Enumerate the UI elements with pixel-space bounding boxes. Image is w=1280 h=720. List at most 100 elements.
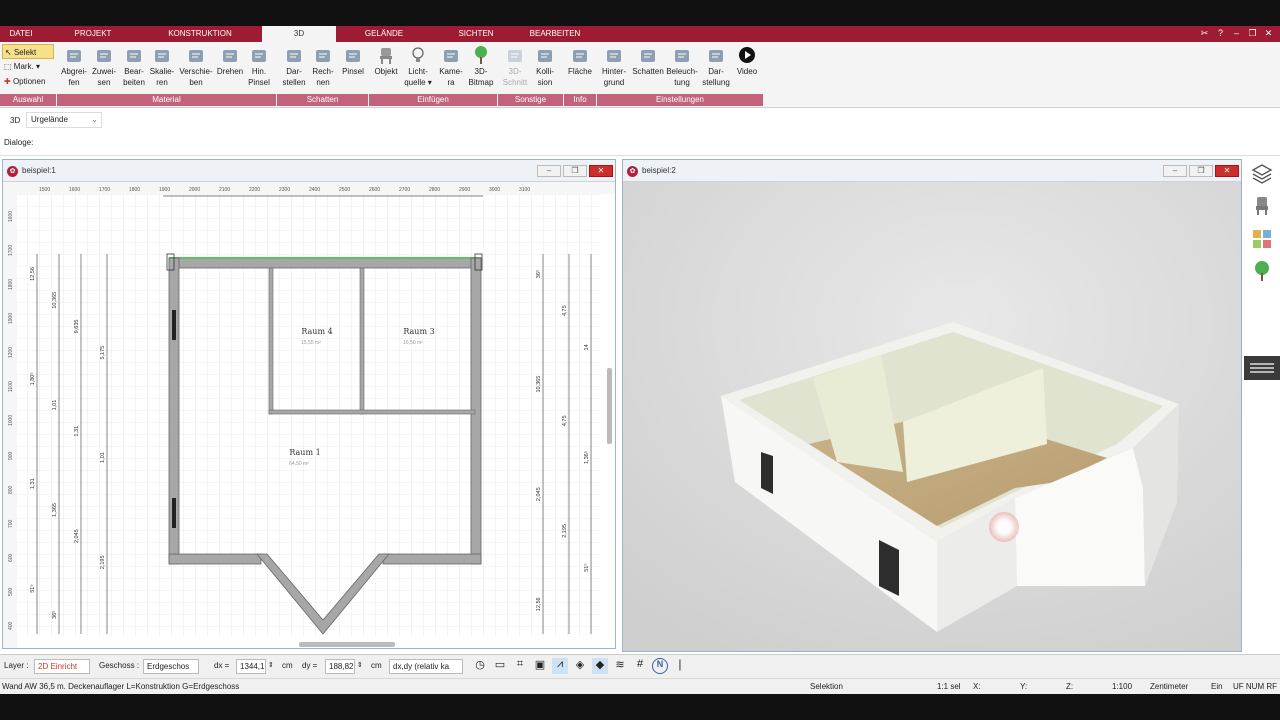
- object-icon[interactable]: ▣: [532, 658, 548, 674]
- view3d-window-titlebar[interactable]: ✿ beispiel:2 – ❐ ✕: [623, 160, 1241, 182]
- tab-datei[interactable]: DATEI: [0, 26, 42, 42]
- view3d-minimize-button[interactable]: –: [1163, 165, 1187, 177]
- wall-bottom-right[interactable]: [382, 553, 482, 565]
- layers-icon[interactable]: [1251, 162, 1273, 184]
- view3d-close-button[interactable]: ✕: [1215, 165, 1239, 177]
- dimension-label[interactable]: 1,31: [74, 426, 80, 437]
- vertical-scrollbar[interactable]: [607, 368, 612, 444]
- dx-stepper[interactable]: ⇕: [268, 661, 274, 669]
- tab-sichten[interactable]: SICHTEN: [448, 26, 504, 42]
- dimension-label[interactable]: 51⁵: [583, 563, 590, 571]
- wall-bottom-left[interactable]: [168, 553, 262, 565]
- plan-restore-button[interactable]: ❐: [563, 165, 587, 177]
- dimension-label[interactable]: 4,75: [562, 305, 568, 316]
- group-material: Material: [57, 94, 276, 106]
- dimension-label[interactable]: 10,365: [536, 376, 542, 393]
- select-button[interactable]: ↖ Selekt: [2, 44, 54, 59]
- mark-button[interactable]: ⬚ Mark. ▾: [2, 59, 54, 74]
- view3d-canvas[interactable]: [623, 182, 1241, 651]
- dimension-label[interactable]: 2,045: [74, 529, 80, 543]
- dimension-label[interactable]: 4,75: [562, 415, 568, 426]
- dimension-label[interactable]: 51⁵: [29, 584, 36, 592]
- close-icon[interactable]: ✕: [1263, 28, 1274, 39]
- layers-small-icon[interactable]: ≋: [612, 658, 628, 674]
- room-4-name[interactable]: Raum 4: [301, 327, 332, 336]
- status-scale: 1:100: [1112, 682, 1133, 691]
- floor-select[interactable]: Erdgeschos: [143, 659, 199, 674]
- dimension-label[interactable]: 2,045: [536, 487, 542, 501]
- dy-stepper[interactable]: ⇕: [357, 661, 363, 669]
- status-ein: Ein: [1211, 682, 1223, 691]
- dimension-label[interactable]: 9,635: [74, 320, 80, 334]
- wall-snap-icon[interactable]: ⩘: [552, 658, 568, 674]
- dimension-label[interactable]: 12,56: [536, 597, 542, 611]
- room-3-name[interactable]: Raum 3: [403, 327, 434, 336]
- background-brush-button[interactable]: Hin. Pinsel: [239, 45, 279, 88]
- dimension-label[interactable]: 1,80⁵: [29, 372, 36, 385]
- textures-icon[interactable]: [1251, 228, 1273, 250]
- minimize-icon[interactable]: –: [1231, 28, 1242, 39]
- help-icon[interactable]: ?: [1215, 28, 1226, 39]
- coord-mode-select[interactable]: dx,dy (relativ ka: [389, 659, 463, 674]
- plan-close-button[interactable]: ✕: [589, 165, 613, 177]
- dimension-label[interactable]: 1,31: [30, 478, 36, 489]
- group-sonstige: Sonstige: [498, 94, 563, 106]
- collision-button[interactable]: Kolli- sion: [525, 45, 565, 88]
- tab-bearbeiten[interactable]: BEARBEITEN: [522, 26, 588, 42]
- plan-minimize-button[interactable]: –: [537, 165, 561, 177]
- dimension-label[interactable]: 1,01: [100, 452, 106, 463]
- dimension-label[interactable]: 2,195: [562, 524, 568, 538]
- chair-icon[interactable]: [1251, 194, 1273, 216]
- snap-icon[interactable]: ⌗: [512, 658, 528, 674]
- lighting-house-icon: [675, 50, 689, 62]
- floor-plan-canvas[interactable]: 1500 1600 1700 1800 1900 2000 2100 2200 2300 2400…: [3, 182, 615, 648]
- dx-input[interactable]: 1344,1: [236, 659, 266, 674]
- pin-icon[interactable]: ❘: [672, 658, 688, 674]
- dimension-label[interactable]: 1,01: [52, 400, 58, 411]
- dimension-label[interactable]: 5,175: [100, 346, 106, 360]
- panel-tab-menu[interactable]: [1244, 356, 1280, 380]
- window-left-1[interactable]: [172, 310, 176, 340]
- north-icon[interactable]: N: [652, 658, 668, 674]
- options-button[interactable]: ✚ Optionen: [2, 74, 54, 89]
- view3d-restore-button[interactable]: ❐: [1189, 165, 1213, 177]
- terrain-select-value: Urgelände: [31, 115, 68, 124]
- horizontal-scrollbar[interactable]: [299, 642, 395, 647]
- app-root: DATEI PROJEKT KONSTRUKTION 3D GELÄNDE SI…: [0, 0, 1280, 720]
- dimension-label[interactable]: 14: [584, 344, 590, 350]
- wall-inner-1[interactable]: [268, 267, 274, 415]
- layer-select[interactable]: 2D Einricht: [34, 659, 90, 674]
- dimension-label[interactable]: 12,56: [30, 267, 36, 281]
- dimension-label[interactable]: 1,36⁵: [583, 451, 590, 464]
- dimension-label[interactable]: 1,365: [52, 503, 58, 517]
- dimension-label[interactable]: 2,195: [100, 555, 106, 569]
- tab-3d[interactable]: 3D: [262, 26, 336, 43]
- tools-icon[interactable]: ✂: [1199, 28, 1210, 39]
- dx-label: dx =: [214, 661, 230, 670]
- clock-icon[interactable]: ◷: [472, 658, 488, 674]
- dimension-label[interactable]: 10,365: [52, 292, 58, 309]
- group-info: Info: [564, 94, 596, 106]
- tab-projekt[interactable]: PROJEKT: [62, 26, 124, 42]
- scale-icon: [155, 50, 169, 62]
- dimension-label[interactable]: 36⁵: [535, 270, 542, 278]
- room-1-name[interactable]: Raum 1: [289, 448, 320, 457]
- plane-icon[interactable]: ◆: [592, 658, 608, 674]
- wall-top[interactable]: [168, 257, 482, 269]
- wall-inner-3[interactable]: [268, 409, 476, 415]
- tree-icon[interactable]: [1251, 260, 1273, 282]
- wall-inner-2[interactable]: [359, 267, 365, 415]
- tab-konstruktion[interactable]: KONSTRUKTION: [160, 26, 240, 42]
- play-button[interactable]: Video: [727, 45, 767, 77]
- plan-window-titlebar[interactable]: ✿ beispiel:1 – ❐ ✕: [3, 160, 615, 182]
- terrain-select[interactable]: Urgelände ⌄: [26, 112, 102, 128]
- grid-icon[interactable]: #: [632, 658, 648, 674]
- monitor-icon[interactable]: ▭: [492, 658, 508, 674]
- ribbon-button-label: Verschie- ben: [179, 67, 213, 87]
- window-left-2[interactable]: [172, 498, 176, 528]
- surface-icon[interactable]: ◈: [572, 658, 588, 674]
- restore-icon[interactable]: ❐: [1247, 28, 1258, 39]
- dimension-label[interactable]: 36⁵: [51, 611, 58, 619]
- dy-input[interactable]: 188,82: [325, 659, 355, 674]
- tab-gelaende[interactable]: GELÄNDE: [354, 26, 414, 42]
